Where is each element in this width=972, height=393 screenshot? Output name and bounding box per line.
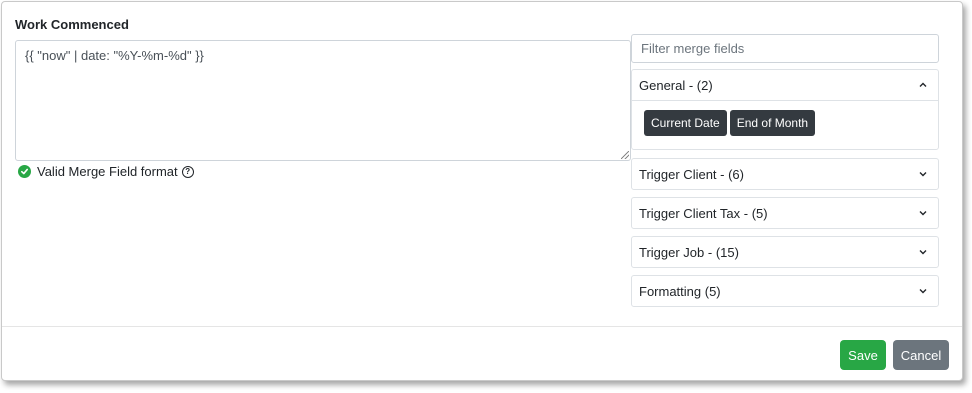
- validation-text: Valid Merge Field format: [37, 164, 178, 179]
- merge-group-header-trigger-job[interactable]: Trigger Job - (15): [632, 237, 938, 267]
- check-circle-icon: [18, 165, 31, 178]
- chevron-down-icon: [918, 286, 928, 296]
- merge-group-trigger-client-tax: Trigger Client Tax - (5): [631, 197, 939, 229]
- cancel-button[interactable]: Cancel: [893, 340, 949, 370]
- merge-field-dialog: Work Commenced {{ "now" | date: "%Y-%m-%…: [1, 1, 963, 381]
- merge-group-general: General - (2) Current Date End of Month: [631, 69, 939, 150]
- chevron-up-icon: [918, 80, 928, 90]
- merge-group-trigger-client: Trigger Client - (6): [631, 158, 939, 190]
- merge-group-title: Trigger Client - (6): [639, 166, 744, 182]
- merge-group-body-general: Current Date End of Month: [632, 101, 938, 149]
- merge-field-current-date-button[interactable]: Current Date: [644, 110, 727, 136]
- filter-merge-fields-input[interactable]: [631, 34, 939, 63]
- merge-group-header-general[interactable]: General - (2): [632, 70, 938, 101]
- chevron-down-icon: [918, 247, 928, 257]
- footer-divider: [2, 326, 962, 327]
- merge-group-title: General - (2): [639, 77, 713, 93]
- validation-status: Valid Merge Field format ?: [18, 164, 194, 179]
- resize-handle[interactable]: [621, 151, 629, 159]
- merge-group-trigger-job: Trigger Job - (15): [631, 236, 939, 268]
- merge-group-header-trigger-client-tax[interactable]: Trigger Client Tax - (5): [632, 198, 938, 228]
- field-label: Work Commenced: [15, 17, 129, 32]
- chevron-down-icon: [918, 208, 928, 218]
- merge-field-editor[interactable]: {{ "now" | date: "%Y-%m-%d" }}: [15, 40, 631, 161]
- merge-group-title: Trigger Client Tax - (5): [639, 205, 768, 221]
- merge-field-end-of-month-button[interactable]: End of Month: [729, 110, 816, 136]
- question-circle-icon[interactable]: ?: [181, 165, 194, 178]
- chevron-down-icon: [918, 169, 928, 179]
- merge-group-title: Formatting (5): [639, 283, 721, 299]
- save-button[interactable]: Save: [840, 340, 886, 370]
- merge-group-header-trigger-client[interactable]: Trigger Client - (6): [632, 159, 938, 189]
- merge-group-formatting: Formatting (5): [631, 275, 939, 307]
- merge-group-title: Trigger Job - (15): [639, 244, 739, 260]
- merge-group-header-formatting[interactable]: Formatting (5): [632, 276, 938, 306]
- editor-value: {{ "now" | date: "%Y-%m-%d" }}: [25, 48, 204, 63]
